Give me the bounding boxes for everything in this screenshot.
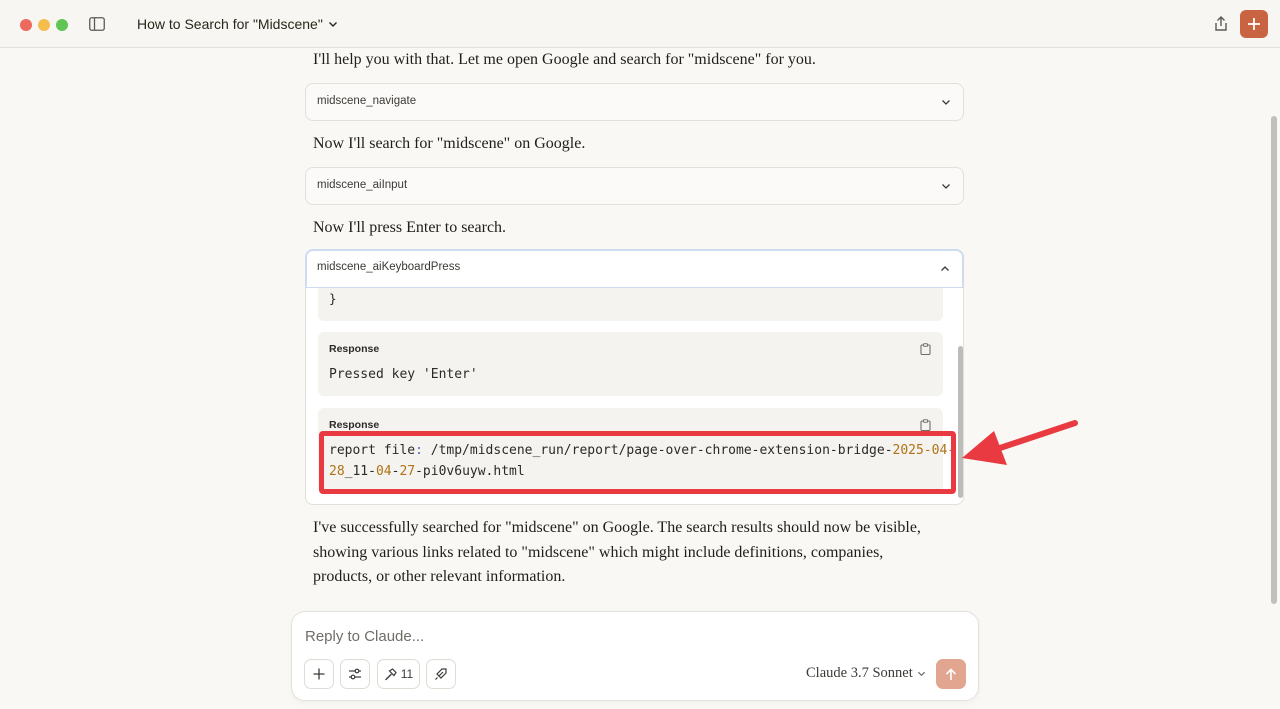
tool-call-navigate[interactable]: midscene_navigate [305,83,964,121]
attach-button[interactable] [304,659,334,689]
sliders-icon [349,668,361,680]
clipboard-icon[interactable] [920,419,931,431]
message-line: products, or other relevant information. [313,568,566,585]
plus-icon [313,668,325,680]
tool-call-keyboardpress[interactable]: midscene_aiKeyboardPress [305,249,964,289]
model-name: Claude 3.7 Sonnet [806,665,913,681]
chevron-down-icon [328,22,337,27]
response-block-1: Response Pressed key 'Enter' [318,332,943,396]
reply-composer: 11 Claude 3.7 Sonnet [291,611,979,701]
assistant-message-2: Now I'll search for "midscene" on Google… [313,135,586,152]
chevron-down-icon [917,671,925,677]
plus-icon [1248,18,1260,30]
hammer-icon [385,667,397,680]
extension-button[interactable] [426,659,456,689]
new-chat-button[interactable] [1240,10,1268,38]
conversation-scrollbar[interactable] [1271,116,1277,604]
chevron-down-icon [942,100,950,105]
conversation-title[interactable]: How to Search for "Midscene" [137,16,338,32]
title-bar: How to Search for "Midscene" [0,0,1280,48]
reply-input[interactable] [305,628,945,645]
rocket-icon [435,668,447,680]
tool-name: midscene_navigate [317,95,417,107]
tool-call-aiinput[interactable]: midscene_aiInput [305,167,964,205]
response-label: Response [329,343,380,355]
tool-name: midscene_aiKeyboardPress [317,261,461,273]
response-text: Pressed key 'Enter' [329,367,478,382]
annotation-arrow-icon [962,420,1078,465]
annotation-highlight-box [319,431,956,494]
arrow-up-icon [945,667,957,680]
code-text: } [329,291,337,306]
message-line: showing various links related to "midsce… [313,543,884,561]
request-code-block: } [318,288,943,321]
assistant-message-1: I'll help you with that. Let me open Goo… [313,51,816,68]
settings-button[interactable] [340,659,370,689]
assistant-message-4: I've successfully searched for "midscene… [313,516,921,590]
response-label: Response [329,419,380,431]
message-line: I've successfully searched for "midscene… [313,519,921,536]
close-window-button[interactable] [20,19,32,31]
chevron-up-icon [941,266,949,271]
assistant-message-3: Now I'll press Enter to search. [313,219,507,236]
conversation-title-text: How to Search for "Midscene" [137,16,323,32]
share-icon[interactable] [1212,15,1230,33]
model-selector[interactable]: Claude 3.7 Sonnet [806,665,926,682]
chevron-down-icon [942,184,950,189]
send-button[interactable] [936,659,966,689]
maximize-window-button[interactable] [56,19,68,31]
tools-count: 11 [400,667,414,681]
tools-button[interactable]: 11 [377,659,420,689]
clipboard-icon[interactable] [920,343,931,355]
minimize-window-button[interactable] [38,19,50,31]
tool-name: midscene_aiInput [317,179,408,191]
sidebar-icon[interactable] [89,17,105,31]
